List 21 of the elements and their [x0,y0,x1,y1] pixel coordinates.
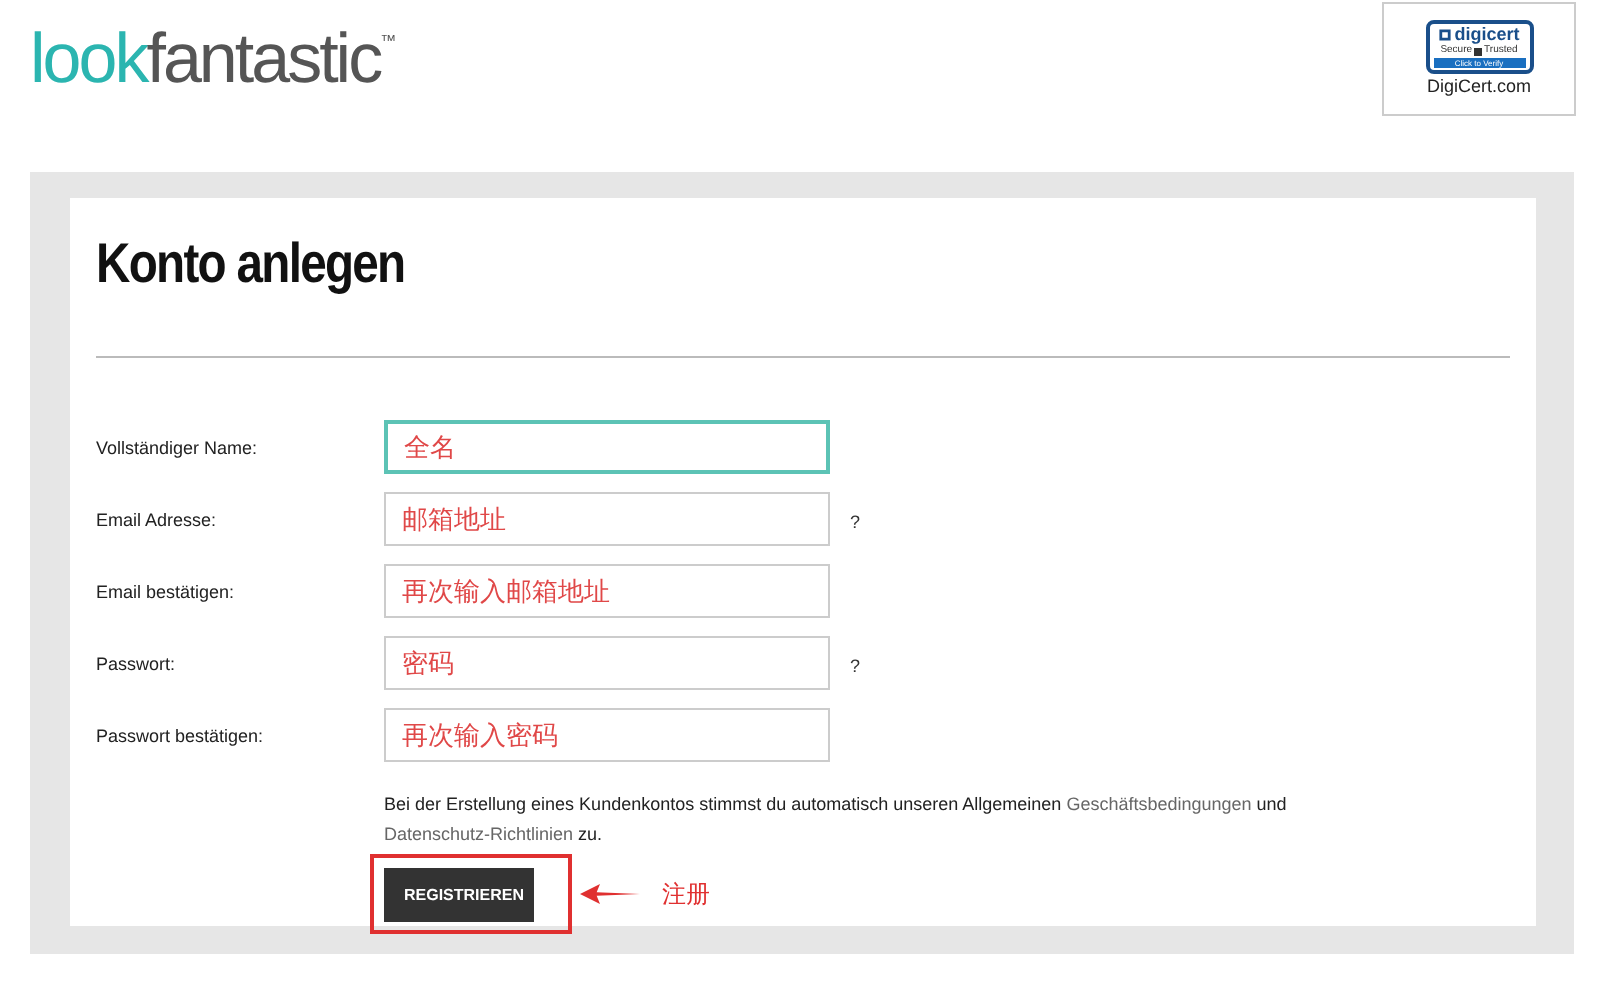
field-label: Email bestätigen: [96,581,237,601]
input-field[interactable]: 全名 [384,420,830,474]
consent-text: Bei der Erstellung eines Kundenkontos stimmst du automatisch unseren Allgemeinen Geschäftsbedingungen und Datenschutz-Richtlinien zu. [384,792,1289,848]
field-label: Passwort bestätigen: [96,725,266,745]
privacy-link[interactable]: Datenschutz-Richtlinien [384,824,574,844]
seal-caption: DigiCert.com [1426,76,1531,96]
input-field[interactable]: 再次输入密码 [384,708,830,762]
register-button[interactable]: REGISTRIEREN [384,868,534,922]
annotation-text: 注册 [662,877,710,911]
field-label: Passwort: [96,653,178,673]
help-icon[interactable]: ? [850,511,861,531]
seal-brand: digicert [1454,26,1520,44]
input-field[interactable]: 密码 [384,636,830,690]
help-icon[interactable]: ? [850,655,861,675]
input-field[interactable]: 再次输入邮箱地址 [384,564,830,618]
input-field[interactable]: 邮箱地址 [384,492,830,546]
logo[interactable]: lookfantastic$^{™}$ [30,20,397,100]
field-label: Vollständiger Name: [96,437,260,457]
terms-link[interactable]: Geschäftsbedingungen [1066,794,1252,814]
page-title: Konto anlegen [96,230,407,298]
field-label: Email Adresse: [96,509,219,529]
